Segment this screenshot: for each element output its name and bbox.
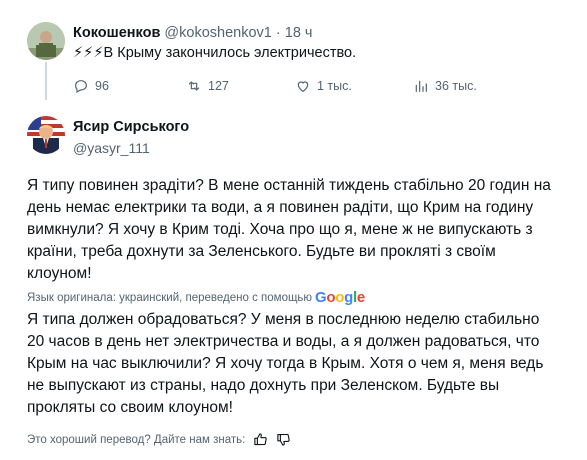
translation-note: Язык оригинала: украинский, переведено с… [27, 291, 313, 304]
views-button[interactable]: 36 тыс. [413, 78, 477, 94]
views-chart-icon [415, 80, 427, 92]
original-line: вимкнули? Я хочу в Крим тоді. Хоча про щ… [27, 221, 533, 238]
parent-display-name[interactable]: Кокошенков [73, 25, 160, 41]
thumbs-up-icon[interactable] [253, 432, 268, 447]
parent-tweet-header: Кокошенков @kokoshenkov1 · 18 ч [73, 25, 312, 41]
views-count: 36 тыс. [435, 79, 477, 93]
heart-icon [297, 81, 309, 93]
avatar-image-flag-portrait [27, 116, 65, 154]
translated-line: прокляты со своим клоуном! [27, 399, 233, 416]
avatar-yasyr[interactable] [27, 116, 65, 154]
original-line: день немає електрики та води, а я повине… [27, 199, 534, 216]
translation-feedback-prompt: Это хороший перевод? Дайте нам знать: [27, 433, 246, 446]
avatar-image-soldier [27, 22, 65, 60]
like-count: 1 тыс. [317, 79, 352, 93]
thumbs-down-icon[interactable] [276, 432, 291, 447]
translated-tweet-text: Я типа должен обрадоваться? У меня в пос… [27, 309, 543, 419]
main-handle[interactable]: @yasyr_111 [73, 140, 150, 156]
original-line: Я типу повинен зрадіти? В мене останній … [27, 177, 551, 194]
retweet-icon [188, 81, 200, 91]
retweet-button[interactable]: 127 [186, 78, 229, 94]
translation-feedback: Это хороший перевод? Дайте нам знать: [27, 432, 291, 447]
thread-connector-line [45, 62, 47, 100]
retweet-count: 127 [208, 79, 229, 93]
translated-line: Крым на час выключили? Я хочу тогда в Кр… [27, 355, 544, 372]
header-separator: · [275, 25, 281, 41]
translated-line: не выпускают из страны, надо дохнуть при… [27, 377, 500, 394]
original-line: країни, треба дохнути за Зеленського. Бу… [27, 243, 496, 260]
parent-tweet-actions: 96 127 1 тыс. 36 тыс. [73, 78, 503, 98]
like-button[interactable]: 1 тыс. [295, 78, 352, 94]
avatar-kokoshenkov[interactable] [27, 22, 65, 60]
reply-count: 96 [95, 79, 109, 93]
original-line: клоуном! [27, 265, 92, 282]
parent-handle[interactable]: @kokoshenkov1 [164, 25, 271, 41]
original-tweet-text: Я типу повинен зрадіти? В мене останній … [27, 175, 551, 285]
google-logo: Google [315, 289, 365, 306]
reply-button[interactable]: 96 [73, 78, 109, 94]
parent-timestamp[interactable]: 18 ч [285, 25, 313, 41]
main-display-name[interactable]: Ясир Сирського [73, 119, 189, 135]
translated-line: Я типа должен обрадоваться? У меня в пос… [27, 311, 540, 328]
reply-icon [75, 80, 87, 94]
translation-attribution: Язык оригинала: украинский, переведено с… [27, 289, 365, 306]
translated-line: 20 часов в день нет электричества и воды… [27, 333, 540, 350]
parent-tweet-text: ⚡⚡⚡В Крыму закончилось электричество. [73, 45, 357, 61]
